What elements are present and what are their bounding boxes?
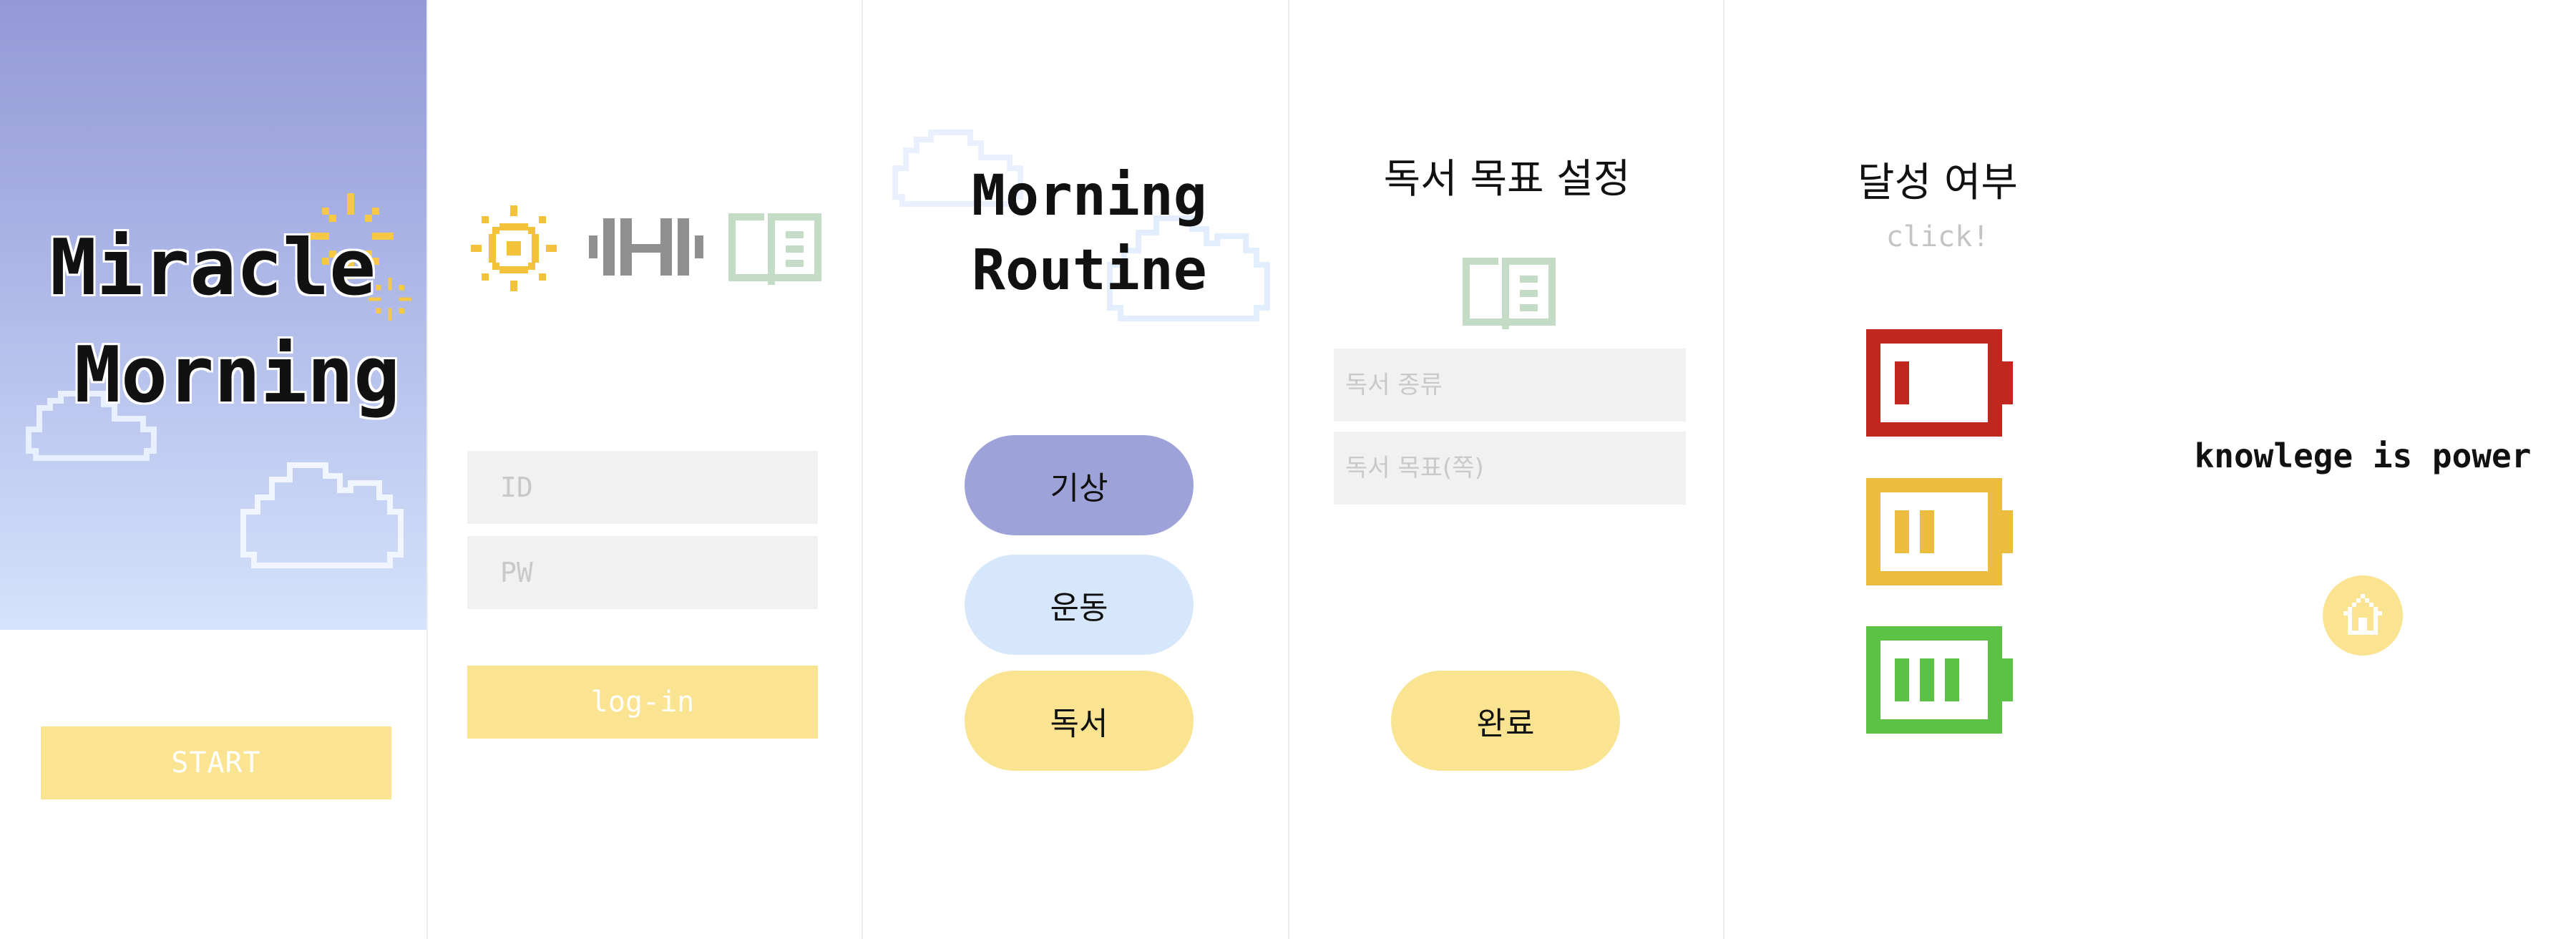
routine-screen: Morning Routine 기상 운동 독서 — [862, 0, 1288, 939]
reading-goal-input[interactable] — [1334, 432, 1686, 505]
app-title-line1: Miracle — [50, 223, 376, 313]
reading-button[interactable]: 독서 — [965, 671, 1194, 771]
reading-goal-screen: 독서 목표 설정 완료 — [1288, 0, 1723, 939]
routine-title-line1: Morning — [972, 164, 1207, 228]
app-title: Miracle Morning — [50, 215, 408, 429]
quote-screen: knowlege is power — [2150, 0, 2576, 939]
home-icon — [2343, 594, 2382, 635]
cloud-icon — [240, 462, 404, 568]
book-icon — [1463, 258, 1556, 329]
achievement-screen: 달성 여부 click! — [1723, 0, 2150, 939]
quote-text: knowlege is power — [2194, 437, 2532, 475]
click-hint: click! — [1885, 220, 1990, 253]
reading-goal-title: 독서 목표 설정 — [1383, 156, 1631, 203]
reading-type-input[interactable] — [1334, 349, 1686, 422]
home-button[interactable] — [2323, 575, 2403, 656]
routine-title: Morning Routine — [972, 159, 1207, 308]
routine-icons — [471, 197, 843, 297]
start-button[interactable]: START — [41, 726, 391, 799]
login-screen: log-in — [426, 0, 862, 939]
dumbbell-icon — [589, 218, 703, 276]
done-button[interactable]: 완료 — [1391, 671, 1620, 771]
routine-title-line2: Routine — [972, 238, 1207, 303]
battery-full-icon[interactable] — [1866, 626, 2016, 734]
app-title-line2: Morning — [74, 331, 401, 420]
sun-icon — [471, 205, 557, 291]
login-button[interactable]: log-in — [467, 666, 818, 739]
battery-mid-icon[interactable] — [1866, 478, 2016, 585]
exercise-button[interactable]: 운동 — [965, 555, 1194, 655]
splash-screen: Miracle Morning START — [0, 0, 426, 939]
battery-low-icon[interactable] — [1866, 329, 2016, 437]
achievement-title: 달성 여부 — [1858, 160, 2018, 206]
wake-button[interactable]: 기상 — [965, 435, 1194, 535]
book-icon — [728, 213, 821, 285]
id-input[interactable] — [467, 451, 818, 524]
pw-input[interactable] — [467, 536, 818, 609]
